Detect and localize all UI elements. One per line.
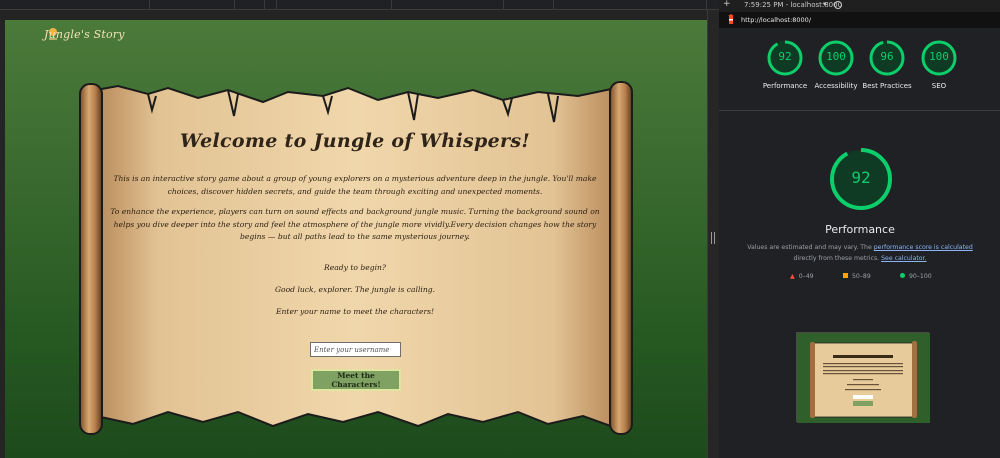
square-icon — [843, 273, 848, 278]
see-calculator-link[interactable]: See calculator. — [881, 255, 926, 262]
tab-segment[interactable] — [150, 0, 235, 10]
legend-poor: ▲ 0–49 — [790, 273, 814, 280]
enter-name-text: Enter your name to meet the characters! — [275, 306, 435, 316]
tab-segment[interactable] — [277, 0, 392, 10]
meet-characters-button[interactable]: Meet the Characters! — [311, 369, 401, 391]
lighthouse-icon — [728, 14, 734, 24]
username-input[interactable] — [310, 342, 401, 357]
score-calculated-link[interactable]: performance score is calculated — [874, 244, 973, 251]
chevron-down-icon[interactable]: ▾ — [823, 0, 827, 8]
resize-handle[interactable] — [711, 232, 715, 244]
site-logo[interactable]: Jungle's Story — [44, 28, 125, 41]
page-screenshot-thumbnail[interactable] — [796, 332, 930, 423]
performance-note: Values are estimated and may vary. The p… — [740, 243, 980, 264]
clear-icon[interactable] — [834, 1, 842, 9]
tab-segment[interactable] — [554, 0, 707, 10]
sound-paragraph: To enhance the experience, players can t… — [110, 207, 600, 241]
gauge-value: 92 — [778, 50, 792, 63]
legend-label: 50–89 — [851, 273, 871, 280]
tab-segment[interactable] — [0, 0, 150, 10]
note-text: Values are estimated and may vary. The — [747, 244, 874, 251]
report-url[interactable]: http://localhost:8000/ — [741, 16, 811, 24]
legend-label: 90–100 — [908, 273, 932, 280]
note-text: directly from these metrics. — [793, 254, 882, 262]
intro-paragraph: This is an interactive story game about … — [113, 174, 597, 196]
report-url-bar: http://localhost:8000/ — [719, 12, 1000, 28]
triangle-icon: ▲ — [790, 273, 795, 280]
tab-segment[interactable] — [235, 0, 265, 10]
page-title: Welcome to Jungle of Whispers! — [180, 130, 530, 152]
good-luck-text: Good luck, explorer. The jungle is calli… — [274, 284, 436, 294]
tab-segment[interactable] — [265, 0, 277, 10]
circle-icon — [900, 273, 905, 278]
gauge-value: 96 — [880, 50, 894, 63]
gauge-label: SEO — [931, 82, 947, 90]
performance-title: Performance — [825, 223, 895, 236]
legend-good: 90–100 — [900, 273, 932, 280]
legend-average: 50–89 — [843, 273, 871, 280]
report-selector[interactable]: 7:59:25 PM - localhost:8000 — [744, 1, 842, 9]
gauge-label: Accessibility — [814, 82, 858, 90]
performance-score: 92 — [851, 168, 871, 187]
add-report-icon[interactable]: + — [723, 0, 731, 9]
gauge-label: Best Practices — [862, 82, 912, 90]
report-toolbar: + 7:59:25 PM - localhost:8000 ▾ — [719, 0, 1000, 12]
tab-segment[interactable] — [392, 0, 504, 10]
gauge-value: 100 — [929, 50, 949, 63]
gauge-value: 100 — [826, 50, 846, 63]
section-divider — [719, 110, 1000, 111]
ready-text: Ready to begin? — [324, 262, 386, 272]
welcome-panel: Welcome to Jungle of Whispers! This is a… — [108, 130, 602, 329]
legend-label: 0–49 — [798, 273, 814, 280]
tab-segment[interactable] — [504, 0, 554, 10]
